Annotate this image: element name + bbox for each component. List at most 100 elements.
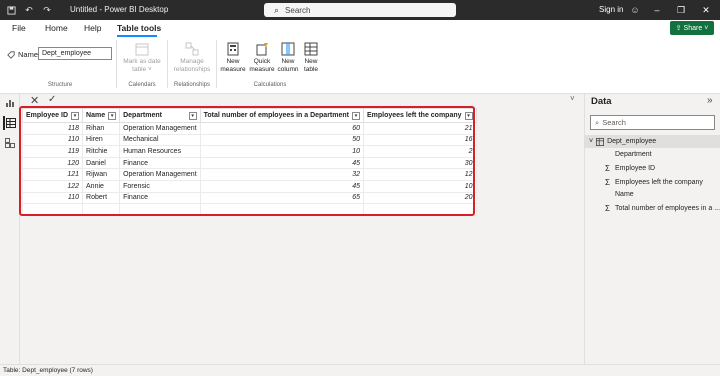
name-label: Name <box>7 50 38 59</box>
cancel-formula-icon[interactable]: ✕ <box>30 94 39 107</box>
tab-help[interactable]: Help <box>84 23 101 33</box>
column-employees-left-header[interactable]: Employees left the company ▾ <box>362 108 477 123</box>
data-field-item[interactable]: Σ Employee ID <box>605 164 655 173</box>
relationships-icon <box>185 42 199 56</box>
share-icon: ⇪ <box>675 25 682 32</box>
column-department-cell[interactable]: Operation Management <box>119 168 201 181</box>
column-icon <box>281 42 295 56</box>
data-search-input[interactable]: ⌕ Search <box>590 115 715 130</box>
tab-table-tools[interactable]: Table tools <box>117 23 161 33</box>
column-total-employees-header[interactable]: Total number of employees in a Departmen… <box>199 108 364 123</box>
column-total-employees-cell[interactable]: 60 <box>199 122 364 135</box>
column-employees-left-cell[interactable]: 10 <box>362 179 477 193</box>
share-button[interactable]: ⇪ Share ˅ <box>670 21 714 35</box>
data-field-item[interactable]: Name <box>605 191 634 198</box>
smiley-icon[interactable]: ☺ <box>626 0 644 20</box>
column-employee-id-cell[interactable]: 110 <box>21 191 84 205</box>
column-department-cell[interactable]: Finance <box>119 156 201 170</box>
new-measure-button[interactable]: New measure <box>220 42 246 74</box>
column-name-cell[interactable]: Ritchie <box>82 145 121 158</box>
column-name-cell[interactable]: Hiren <box>82 133 121 147</box>
column-employee-id-cell[interactable]: 118 <box>21 122 84 135</box>
column-header-label: Employees left the company <box>366 112 462 119</box>
chevron-down-icon: ˅ <box>704 24 709 32</box>
tab-home[interactable]: Home <box>45 23 68 33</box>
data-grid: Employee ID ▾ Name ▾ Department ▾ Total number… <box>21 108 477 216</box>
column-employees-left-cell[interactable]: 2 <box>362 145 477 158</box>
column-name-cell[interactable]: Daniel <box>82 156 121 170</box>
column-employee-id-cell[interactable]: 122 <box>21 179 84 193</box>
minimize-button[interactable]: – <box>646 0 668 20</box>
column-employee-id-cell[interactable]: 110 <box>21 133 84 147</box>
manage-relationships-button[interactable]: Manage relationships <box>170 42 214 74</box>
data-field-item[interactable]: Department <box>605 151 652 158</box>
new-column-button[interactable]: New column <box>276 42 300 74</box>
column-employee-id-cell[interactable]: 121 <box>21 168 84 181</box>
column-employees-left-cell[interactable]: 30 <box>362 156 477 170</box>
table-row: 122 Annie Forensic 45 10 <box>21 179 477 193</box>
redo-icon[interactable]: ↷ <box>38 0 56 20</box>
column-name-cell[interactable]: Rijwan <box>82 168 121 181</box>
tab-file[interactable]: File <box>12 23 26 33</box>
filter-dropdown-icon[interactable]: ▾ <box>108 111 117 120</box>
commit-formula-icon[interactable]: ✓ <box>48 94 56 105</box>
title-bar: ↶ ↷ Untitled - Power BI Desktop ⌕ Search… <box>0 0 720 20</box>
column-employees-left-cell[interactable]: 21 <box>362 122 477 135</box>
column-department-cell[interactable]: Finance <box>119 191 201 205</box>
column-department-cell[interactable]: Forensic <box>119 179 201 193</box>
active-tab-indicator <box>117 35 157 37</box>
column-department-header[interactable]: Department ▾ <box>119 108 201 123</box>
ribbon: Name Structure Mark as datetable ˅ Calen… <box>0 38 720 94</box>
collapse-pane-icon[interactable]: » <box>707 95 713 106</box>
data-field-item[interactable]: Σ Employees left the company <box>605 178 703 187</box>
data-field-label: Name <box>615 191 634 198</box>
data-field-item[interactable]: Σ Total number of employees in a ... <box>605 204 720 213</box>
filter-dropdown-icon[interactable]: ▾ <box>188 111 197 120</box>
close-button[interactable]: ✕ <box>695 0 717 20</box>
undo-icon[interactable]: ↶ <box>20 0 38 20</box>
sign-in-link[interactable]: Sign in <box>599 5 623 14</box>
report-view-icon[interactable] <box>3 96 17 110</box>
column-total-employees-cell[interactable]: 32 <box>199 168 364 181</box>
table-name-input[interactable] <box>38 47 112 60</box>
column-employees-left-cell[interactable]: 12 <box>362 168 477 181</box>
column-total-employees-cell[interactable]: 45 <box>199 156 364 170</box>
model-view-icon[interactable] <box>3 136 17 150</box>
calculator-icon <box>227 42 239 56</box>
column-employees-left-cell[interactable]: 16 <box>362 133 477 147</box>
filter-dropdown-icon[interactable]: ▾ <box>71 111 80 120</box>
save-icon[interactable] <box>2 0 20 20</box>
sigma-icon: Σ <box>605 164 610 173</box>
restore-button[interactable]: ❐ <box>670 0 692 20</box>
chevron-down-icon[interactable]: ˅ <box>570 94 575 103</box>
column-employees-left-cell[interactable]: 20 <box>362 191 477 205</box>
column-total-employees-cell[interactable]: 65 <box>199 191 364 205</box>
column-name-cell[interactable]: Annie <box>82 179 121 193</box>
filter-dropdown-icon[interactable]: ▾ <box>351 111 360 120</box>
group-calendars: Calendars <box>128 82 156 88</box>
column-department-cell[interactable]: Mechanical <box>119 133 201 147</box>
calendar-icon <box>135 43 149 56</box>
table-row: 119 Ritchie Human Resources 10 2 <box>21 145 477 158</box>
table-icon <box>304 42 318 56</box>
column-name-header[interactable]: Name ▾ <box>82 108 121 123</box>
column-total-employees-cell[interactable]: 50 <box>199 133 364 147</box>
column-department-cell[interactable]: Operation Management <box>119 122 201 135</box>
filter-dropdown-icon[interactable]: ▾ <box>464 111 473 120</box>
column-employee-id-cell[interactable]: 119 <box>21 145 84 158</box>
mark-as-date-table-button[interactable]: Mark as date table ˅ <box>120 42 164 74</box>
formula-bar: ✕ ✓ ˅ <box>20 94 584 108</box>
column-department-cell[interactable]: Human Resources <box>119 145 201 158</box>
title-search-box[interactable]: ⌕ Search <box>264 3 456 17</box>
data-table-node[interactable]: ˅ Dept_employee <box>585 135 720 148</box>
column-total-employees-cell[interactable]: 45 <box>199 179 364 193</box>
table-view-icon[interactable] <box>3 116 17 130</box>
quick-measure-button[interactable]: Quick measure <box>248 42 276 74</box>
column-name-cell[interactable]: Robert <box>82 191 121 205</box>
column-employee-id-cell[interactable]: 120 <box>21 156 84 170</box>
table-icon <box>596 137 605 146</box>
new-table-button[interactable]: New table <box>300 42 322 74</box>
column-total-employees-cell[interactable]: 10 <box>199 145 364 158</box>
column-name-cell[interactable]: Rihan <box>82 122 121 135</box>
column-employee-id-header[interactable]: Employee ID ▾ <box>21 108 84 123</box>
